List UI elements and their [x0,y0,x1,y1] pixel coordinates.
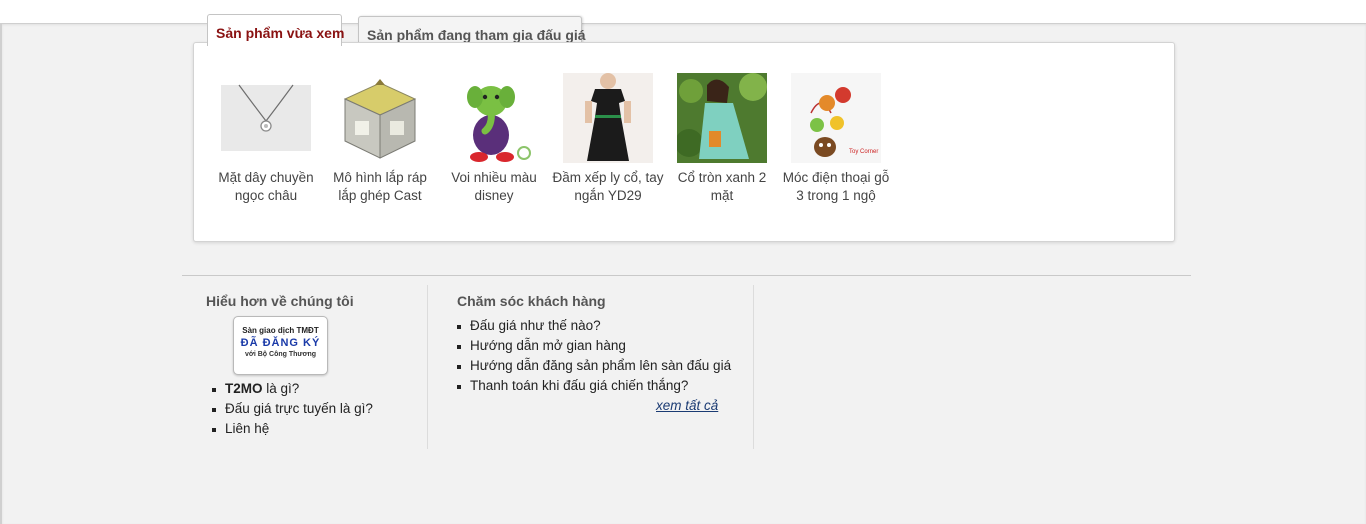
product-name[interactable]: Mô hình lắp ráp lắp ghép Cast [323,169,437,205]
column-divider [427,285,428,449]
about-heading: Hiểu hơn về chúng tôi [206,293,354,309]
product-card[interactable]: Voi nhiều màu disney [437,73,551,205]
support-links: Đấu giá như thế nào? Hướng dẫn mở gian h… [457,316,731,396]
tab-bidding-products[interactable]: Sản phẩm đang tham gia đấu giá [358,16,586,44]
product-card[interactable]: Mô hình lắp ráp lắp ghép Cast [323,73,437,205]
product-card[interactable]: Mặt dây chuyền ngọc châu [209,73,323,205]
product-card[interactable]: Cổ tròn xanh 2 mặt [665,73,779,205]
see-all-link[interactable]: xem tất cả [656,398,718,413]
footer-separator [182,275,1191,276]
badge-line-1: Sàn giao dịch TMĐT [242,326,319,335]
tab-recently-viewed[interactable]: Sản phẩm vừa xem [207,14,344,46]
link-post-product[interactable]: Hướng dẫn đăng sản phẩm lên sàn đấu giá [457,356,731,376]
product-image-green-top[interactable] [677,73,767,163]
recently-viewed-panel: Mặt dây chuyền ngọc châu Mô hình lắp ráp… [193,42,1175,242]
column-divider [753,285,754,449]
link-contact[interactable]: Liên hệ [212,419,373,439]
about-links: T2MO là gì? Đấu giá trực tuyến là gì? Li… [212,379,373,439]
registered-badge[interactable]: Sàn giao dịch TMĐT ĐÃ ĐĂNG KÝ với Bộ Côn… [233,316,328,375]
link-what-is-t2mo[interactable]: T2MO là gì? [212,379,373,399]
svg-text:Toy Corner: Toy Corner [849,149,878,155]
link-open-store[interactable]: Hướng dẫn mở gian hàng [457,336,731,356]
product-image-plush-elephant[interactable] [449,73,539,163]
link-online-auction[interactable]: Đấu giá trực tuyến là gì? [212,399,373,419]
product-name[interactable]: Móc điện thoại gỗ 3 trong 1 ngộ [779,169,893,205]
product-image-pendant[interactable] [221,73,311,163]
support-heading: Chăm sóc khách hàng [457,293,606,309]
product-card[interactable]: Toy Corner Móc điện thoại gỗ 3 trong 1 n… [779,73,893,205]
badge-line-2: ĐÃ ĐĂNG KÝ [240,337,321,349]
product-image-phone-charms[interactable]: Toy Corner [791,73,881,163]
link-how-to-bid[interactable]: Đấu giá như thế nào? [457,316,731,336]
product-name[interactable]: Voi nhiều màu disney [437,169,551,205]
product-name[interactable]: Mặt dây chuyền ngọc châu [209,169,323,205]
product-name[interactable]: Đầm xếp ly cổ, tay ngắn YD29 [551,169,665,205]
badge-line-3: với Bộ Công Thương [244,351,316,358]
link-payment[interactable]: Thanh toán khi đấu giá chiến thắng? [457,376,731,396]
product-name[interactable]: Cổ tròn xanh 2 mặt [665,169,779,205]
product-image-puzzle-cube[interactable] [335,73,425,163]
product-image-black-dress[interactable] [563,73,653,163]
product-card[interactable]: Đầm xếp ly cổ, tay ngắn YD29 [551,73,665,205]
